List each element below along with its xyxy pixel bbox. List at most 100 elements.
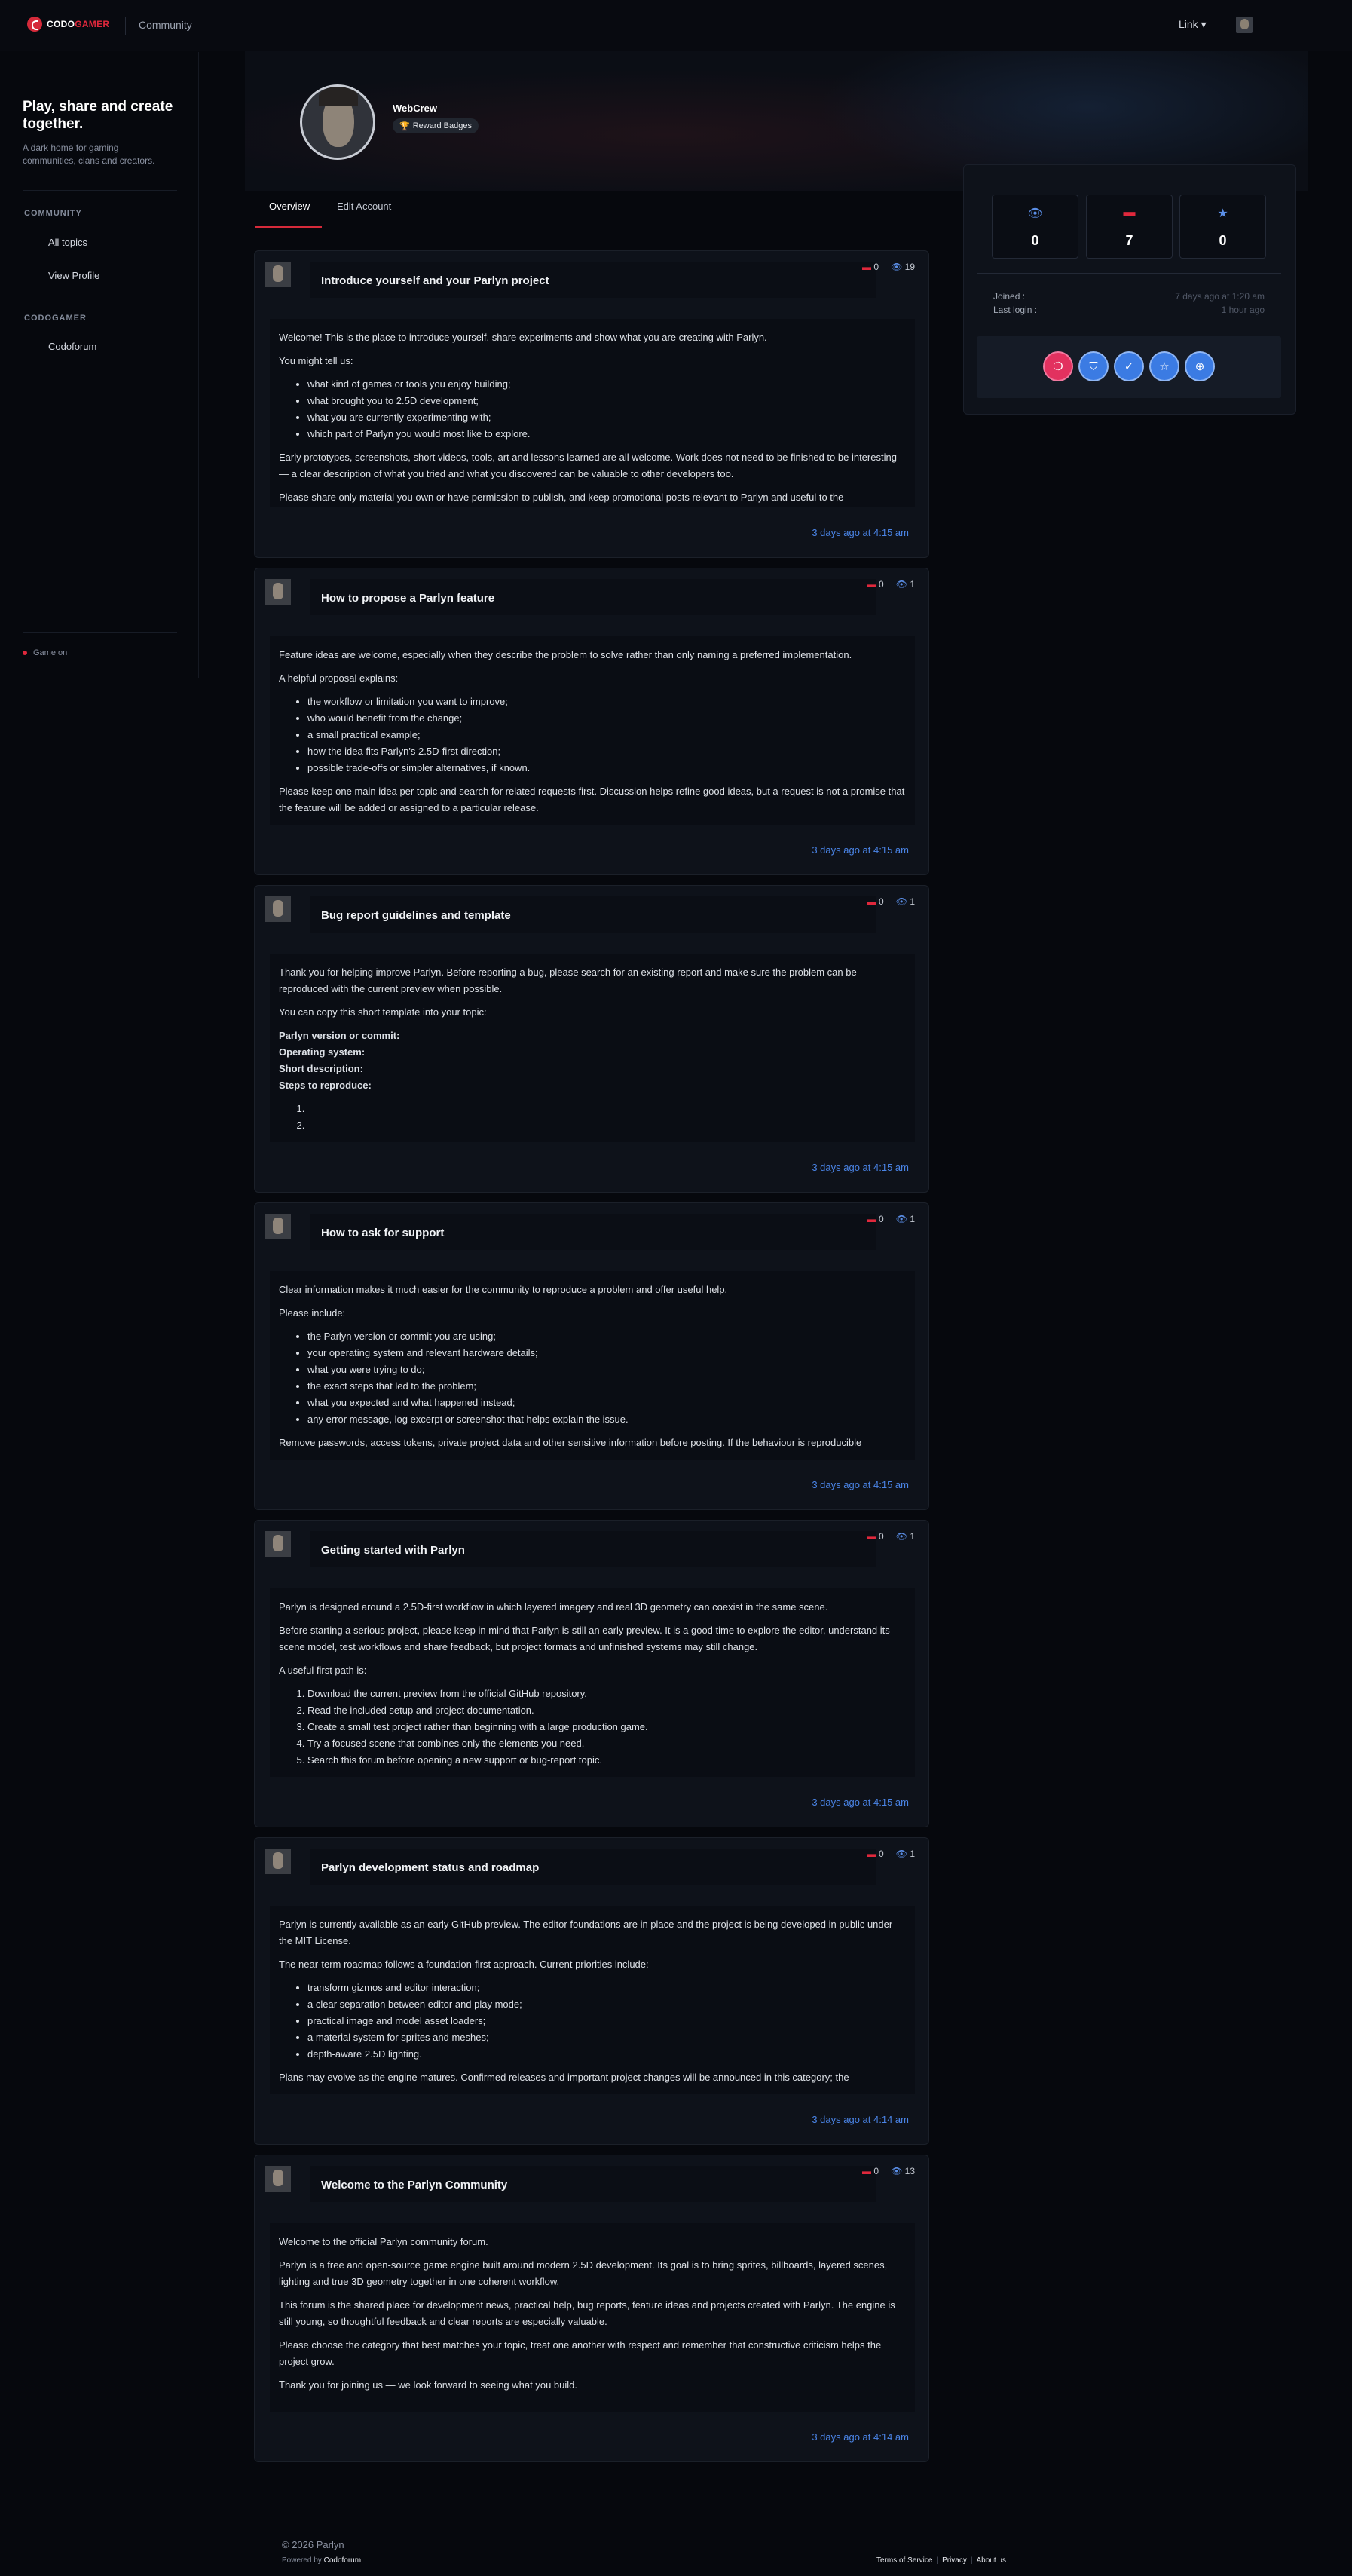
topic-title[interactable]: How to ask for support	[321, 1227, 444, 1239]
topic-card[interactable]: Welcome to the Parlyn Community ▬ 0 👁 13 We…	[254, 2155, 929, 2462]
view-count: 1	[910, 1531, 915, 1542]
author-avatar[interactable]	[265, 579, 291, 605]
tab-edit-account[interactable]: Edit Account	[337, 201, 391, 212]
topic-counts: ▬ 0 👁 1	[867, 1849, 915, 1859]
star-badge-icon[interactable]: ☆	[1151, 353, 1178, 380]
joined-value: 7 days ago at 1:20 am	[1175, 291, 1265, 302]
topic-title[interactable]: Introduce yourself and your Parlyn proje…	[321, 274, 549, 287]
topic-title[interactable]: Bug report guidelines and template	[321, 909, 511, 922]
topic-excerpt: Thank you for helping improve Parlyn. Be…	[270, 954, 915, 1142]
excerpt-paragraph: You might tell us:	[279, 355, 353, 366]
logo-brand-accent: GAMER	[75, 19, 110, 29]
author-avatar[interactable]	[265, 1849, 291, 1874]
topic-excerpt: Parlyn is designed around a 2.5D-first w…	[270, 1588, 915, 1777]
topic-excerpt: Feature ideas are welcome, especially wh…	[270, 636, 915, 825]
footer-links: Terms of Service | Privacy | About us	[876, 2556, 1006, 2565]
sidebar-item-codoforum[interactable]: Codoforum	[48, 341, 96, 352]
reply-count: 0	[873, 262, 879, 272]
site-logo[interactable]: CODOGAMER	[27, 17, 109, 32]
footer-powered-by: Powered by Codoforum	[282, 2556, 362, 2565]
list-item: Search this forum before opening a new s…	[307, 1752, 906, 1769]
stat-posts: ▬ 7	[1086, 195, 1173, 259]
topic-title-box: How to ask for support	[310, 1214, 876, 1250]
topic-date-link[interactable]: 3 days ago at 4:15 am	[812, 1479, 909, 1490]
check-badge-icon[interactable]: ✓	[1115, 353, 1142, 380]
excerpt-paragraph: Please keep one main idea per topic and …	[279, 786, 905, 813]
excerpt-paragraph: Parlyn is a free and open-source game en…	[279, 2259, 888, 2287]
excerpt-list: the workflow or limitation you want to i…	[307, 694, 906, 776]
topic-date-link[interactable]: 3 days ago at 4:15 am	[812, 844, 909, 856]
topic-card[interactable]: Parlyn development status and roadmap ▬ 0…	[254, 1837, 929, 2145]
view-count: 1	[910, 1849, 915, 1859]
excerpt-paragraph: Clear information makes it much easier f…	[279, 1284, 728, 1295]
footer-copyright: © 2026 Parlyn	[282, 2539, 344, 2550]
reply-icon: ▬	[867, 1531, 876, 1542]
topic-card[interactable]: Introduce yourself and your Parlyn proje…	[254, 250, 929, 558]
status-dot-icon	[23, 651, 27, 655]
footer-link-about[interactable]: About us	[976, 2556, 1005, 2565]
topic-date-link[interactable]: 3 days ago at 4:15 am	[812, 1162, 909, 1173]
footer-link-terms[interactable]: Terms of Service	[876, 2556, 932, 2565]
excerpt-paragraph: Thank you for helping improve Parlyn. Be…	[279, 966, 857, 994]
topic-counts: ▬ 0 👁 19	[862, 262, 915, 272]
user-avatar[interactable]	[1236, 17, 1253, 33]
list-item: the exact steps that led to the problem;	[307, 1378, 906, 1395]
stat-views: 👁 0	[992, 195, 1078, 259]
topic-date-link[interactable]: 3 days ago at 4:14 am	[812, 2431, 909, 2443]
last-login-label: Last login :	[993, 305, 1038, 315]
list-item: Download the current preview from the of…	[307, 1686, 906, 1702]
footer-link-privacy[interactable]: Privacy	[942, 2556, 967, 2565]
author-avatar[interactable]	[265, 896, 291, 922]
author-avatar[interactable]	[265, 2166, 291, 2192]
topic-date-link[interactable]: 3 days ago at 4:15 am	[812, 1796, 909, 1808]
reply-icon: ▬	[867, 1214, 876, 1224]
excerpt-paragraph: This forum is the shared place for devel…	[279, 2299, 895, 2327]
reply-count: 0	[879, 1849, 884, 1859]
list-item: practical image and model asset loaders;	[307, 2013, 906, 2029]
topic-title[interactable]: Welcome to the Parlyn Community	[321, 2179, 507, 2192]
list-item	[307, 1101, 906, 1117]
list-item: a small practical example;	[307, 727, 906, 743]
topic-title[interactable]: How to propose a Parlyn feature	[321, 592, 494, 605]
stats-divider	[977, 273, 1281, 274]
status-text: Game on	[33, 648, 68, 657]
list-item: the Parlyn version or commit you are usi…	[307, 1328, 906, 1345]
author-avatar[interactable]	[265, 262, 291, 287]
excerpt-paragraph: A helpful proposal explains:	[279, 672, 399, 684]
view-count: 13	[904, 2166, 915, 2176]
template-field-label: Parlyn version or commit:	[279, 1030, 400, 1041]
list-item: what you expected and what happened inst…	[307, 1395, 906, 1411]
sidebar-divider-bottom	[23, 632, 177, 633]
nav-community-link[interactable]: Community	[139, 19, 192, 31]
active-tab-indicator	[255, 226, 322, 228]
shield-badge-icon[interactable]: ⛉	[1080, 353, 1107, 380]
sidebar-item-all-topics[interactable]: All topics	[48, 237, 87, 248]
view-icon: 👁	[895, 1849, 907, 1859]
author-avatar[interactable]	[265, 1531, 291, 1557]
topic-date-link[interactable]: 3 days ago at 4:15 am	[812, 527, 909, 538]
author-avatar[interactable]	[265, 1214, 291, 1239]
topic-card[interactable]: How to propose a Parlyn feature ▬ 0 👁 1 Fea…	[254, 568, 929, 875]
topic-card[interactable]: Bug report guidelines and template ▬ 0 👁 1…	[254, 885, 929, 1193]
reward-badges-button[interactable]: 🏆 Reward Badges	[393, 118, 479, 133]
footer-powered-link[interactable]: Codoforum	[324, 2556, 361, 2565]
tab-overview[interactable]: Overview	[269, 201, 310, 212]
flame-badge-icon[interactable]: ❍	[1045, 353, 1072, 380]
excerpt-list	[307, 1101, 906, 1134]
excerpt-paragraph: Please choose the category that best mat…	[279, 2339, 882, 2367]
view-count: 1	[910, 896, 915, 907]
excerpt-paragraph: You can copy this short template into yo…	[279, 1006, 487, 1018]
template-field-label: Operating system:	[279, 1046, 366, 1058]
topic-title[interactable]: Parlyn development status and roadmap	[321, 1861, 539, 1874]
topic-date-link[interactable]: 3 days ago at 4:14 am	[812, 2114, 909, 2125]
topic-title[interactable]: Getting started with Parlyn	[321, 1544, 465, 1557]
list-item: what brought you to 2.5D development;	[307, 393, 906, 409]
gamepad-badge-icon[interactable]: ⊕	[1186, 353, 1213, 380]
topic-card[interactable]: How to ask for support ▬ 0 👁 1 Clear inform…	[254, 1202, 929, 1510]
excerpt-list: what kind of games or tools you enjoy bu…	[307, 376, 906, 443]
list-item: Create a small test project rather than …	[307, 1719, 906, 1735]
template-field-label: Steps to reproduce:	[279, 1080, 372, 1091]
topic-card[interactable]: Getting started with Parlyn ▬ 0 👁 1 Parlyn …	[254, 1520, 929, 1827]
nav-link-dropdown[interactable]: Link ▾	[1179, 18, 1207, 31]
sidebar-item-view-profile[interactable]: View Profile	[48, 270, 99, 281]
